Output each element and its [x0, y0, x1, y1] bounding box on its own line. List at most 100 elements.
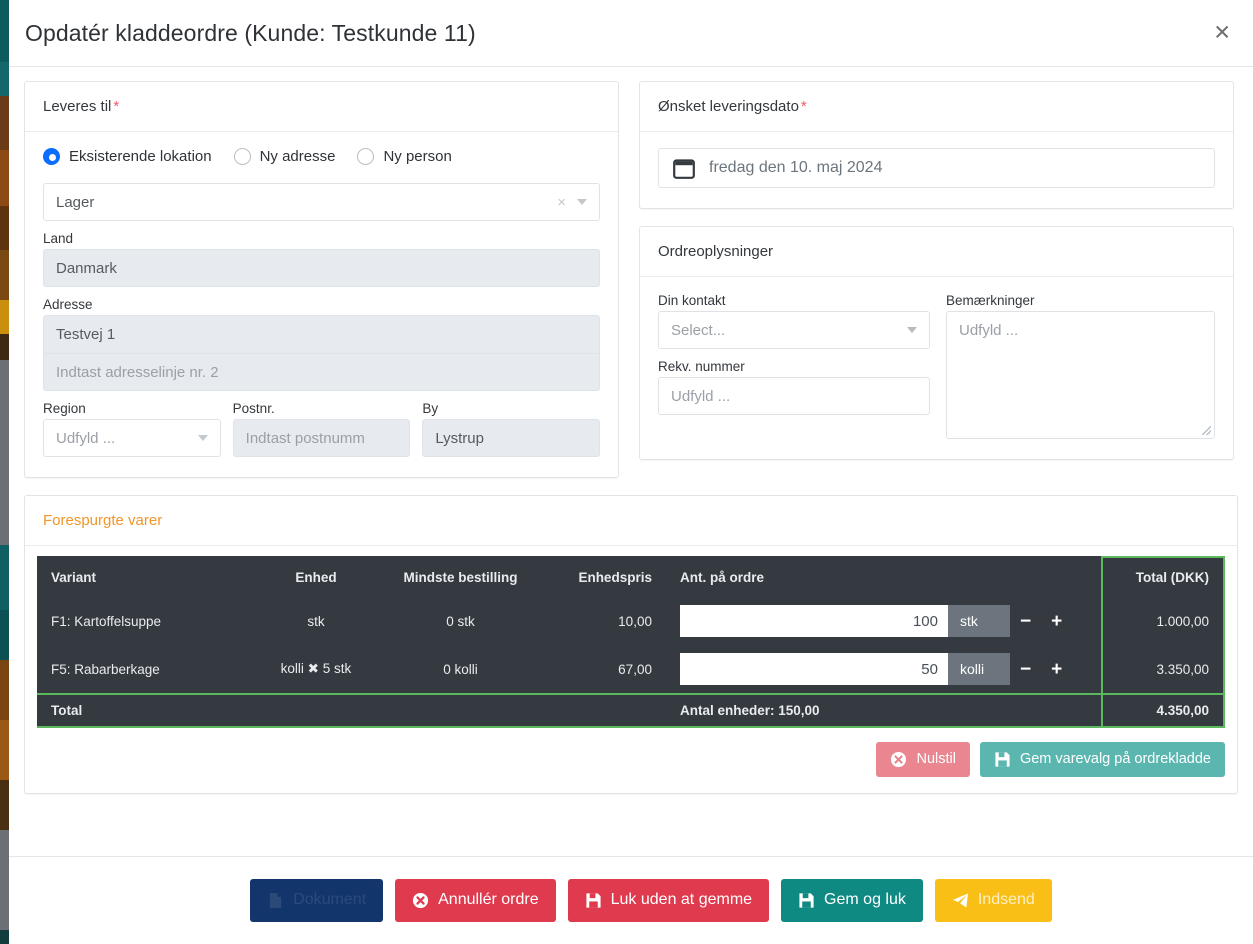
order-info-title: Ordreoplysninger [658, 243, 773, 260]
order-info-right: Bemærkninger Udfyld ... [946, 293, 1215, 439]
chevron-down-icon[interactable] [907, 327, 917, 333]
contact-select[interactable]: Select... [658, 311, 930, 349]
table-row: F1: Kartoffelsuppe stk 0 stk 10,00 stk −… [37, 597, 1224, 645]
order-column: Ønsket leveringsdato* fredag den 10. maj… [639, 81, 1234, 495]
delivery-date-input[interactable]: fredag den 10. maj 2024 [658, 148, 1215, 188]
items-table-body: F1: Kartoffelsuppe stk 0 stk 10,00 stk −… [37, 597, 1224, 727]
region-select: Udfyld ... [43, 419, 221, 457]
quantity-decrement-button[interactable]: − [1010, 660, 1041, 679]
table-header-row: Variant Enhed Mindste bestilling Enhedsp… [37, 557, 1224, 597]
radio-dot-icon [357, 148, 374, 165]
remarks-label: Bemærkninger [946, 293, 1215, 308]
radio-label: Eksisterende lokation [69, 148, 212, 165]
radio-new-address[interactable]: Ny adresse [234, 148, 336, 165]
order-info-panel-header: Ordreoplysninger [640, 227, 1233, 277]
cell-min-order: 0 stk [377, 597, 544, 645]
required-asterisk: * [801, 98, 807, 115]
cell-unit: kolli ✖ 5 stk [255, 645, 377, 694]
cell-unit: stk [255, 597, 377, 645]
save-selection-button-label: Gem varevalg på ordrekladde [1020, 750, 1211, 769]
save-selection-button[interactable]: Gem varevalg på ordrekladde [980, 742, 1225, 777]
save-floppy-icon [798, 892, 815, 909]
address-line1-field: Testvej 1 [43, 315, 600, 353]
cell-total: 1.000,00 [1102, 597, 1224, 645]
delivery-panel-title: Leveres til [43, 98, 111, 115]
col-variant: Variant [37, 557, 255, 597]
document-button[interactable]: Dokument [250, 879, 383, 922]
close-icon[interactable]: ✕ [1205, 17, 1239, 50]
total-label: Total [37, 694, 666, 727]
items-actions: Nulstil Gem varevalg på ordrekladde [25, 728, 1237, 793]
cell-variant: F1: Kartoffelsuppe [37, 597, 255, 645]
region-placeholder: Udfyld ... [56, 430, 115, 447]
items-panel-title: Forespurgte varer [43, 512, 162, 529]
radio-label: Ny adresse [260, 148, 336, 165]
delivery-panel-body: Eksisterende lokation Ny adresse Ny pers… [25, 132, 618, 477]
location-select[interactable]: Lager × [43, 183, 600, 221]
top-columns: Leveres til* Eksisterende lokation Ny ad… [24, 81, 1238, 495]
cancel-order-button-label: Annullér ordre [438, 890, 539, 911]
cell-unit-price: 10,00 [544, 597, 666, 645]
modal-body: Leveres til* Eksisterende lokation Ny ad… [9, 67, 1253, 856]
contact-placeholder: Select... [671, 322, 725, 339]
address-label: Adresse [43, 297, 600, 312]
delivery-date-title: Ønsket leveringsdato [658, 98, 799, 115]
order-info-panel: Ordreoplysninger Din kontakt Select... R… [639, 226, 1234, 460]
remarks-textarea[interactable]: Udfyld ... [946, 311, 1215, 439]
close-without-saving-button[interactable]: Luk uden at gemme [568, 879, 769, 922]
quantity-stepper: stk − + [680, 605, 1087, 637]
submit-button-label: Indsend [978, 890, 1035, 911]
contact-label: Din kontakt [658, 293, 930, 308]
clear-icon[interactable]: × [557, 195, 566, 210]
radio-dot-icon [234, 148, 251, 165]
delivery-date-panel: Ønsket leveringsdato* fredag den 10. maj… [639, 81, 1234, 209]
quantity-unit-addon: stk [948, 605, 1010, 637]
table-total-row: Total Antal enheder: 150,00 4.350,00 [37, 694, 1224, 727]
delivery-date-value: fredag den 10. maj 2024 [709, 159, 882, 177]
quantity-increment-button[interactable]: + [1041, 660, 1072, 679]
cancel-circle-icon [890, 751, 907, 768]
page-title: Opdatér kladdeordre (Kunde: Testkunde 11… [25, 20, 476, 47]
delivery-date-panel-header: Ønsket leveringsdato* [640, 82, 1233, 132]
items-panel: Forespurgte varer Variant Enhed Mindste … [24, 495, 1238, 794]
quantity-increment-button[interactable]: + [1041, 612, 1072, 631]
update-draft-order-modal: Opdatér kladdeordre (Kunde: Testkunde 11… [9, 0, 1253, 944]
col-qty: Ant. på ordre [666, 557, 1102, 597]
quantity-unit-addon: kolli [948, 653, 1010, 685]
quantity-decrement-button[interactable]: − [1010, 612, 1041, 631]
background-page-strip [0, 0, 9, 944]
quantity-input[interactable] [680, 653, 948, 685]
delivery-panel: Leveres til* Eksisterende lokation Ny ad… [24, 81, 619, 478]
delivery-column: Leveres til* Eksisterende lokation Ny ad… [24, 81, 619, 495]
cell-qty: kolli − + [666, 645, 1102, 694]
radio-new-person[interactable]: Ny person [357, 148, 451, 165]
order-info-fields: Din kontakt Select... Rekv. nummer Udfyl… [658, 293, 1215, 439]
delivery-type-radio-group: Eksisterende lokation Ny adresse Ny pers… [43, 148, 600, 165]
submit-button[interactable]: Indsend [935, 879, 1052, 922]
req-number-input[interactable]: Udfyld ... [658, 377, 930, 415]
radio-label: Ny person [383, 148, 451, 165]
cell-min-order: 0 kolli [377, 645, 544, 694]
delivery-panel-header: Leveres til* [25, 82, 618, 132]
city-field: Lystrup [422, 419, 600, 457]
cancel-order-button[interactable]: Annullér ordre [395, 879, 556, 922]
total-amount: 4.350,00 [1102, 694, 1224, 727]
modal-header: Opdatér kladdeordre (Kunde: Testkunde 11… [9, 0, 1253, 67]
quantity-input[interactable] [680, 605, 948, 637]
close-without-saving-button-label: Luk uden at gemme [611, 890, 752, 911]
items-table: Variant Enhed Mindste bestilling Enhedsp… [37, 556, 1225, 728]
document-button-label: Dokument [293, 890, 366, 911]
radio-existing-location[interactable]: Eksisterende lokation [43, 148, 212, 165]
cell-qty: stk − + [666, 597, 1102, 645]
region-label: Region [43, 401, 221, 416]
save-and-close-button[interactable]: Gem og luk [781, 879, 923, 922]
total-units-label: Antal enheder: 150,00 [666, 694, 1102, 727]
calendar-icon [673, 158, 695, 179]
table-row: F5: Rabarberkage kolli ✖ 5 stk 0 kolli 6… [37, 645, 1224, 694]
reset-button[interactable]: Nulstil [876, 742, 969, 777]
quantity-stepper: kolli − + [680, 653, 1087, 685]
cell-total: 3.350,00 [1102, 645, 1224, 694]
chevron-down-icon [198, 435, 208, 441]
chevron-down-icon[interactable] [577, 199, 587, 205]
zip-field: Indtast postnumm [233, 419, 411, 457]
